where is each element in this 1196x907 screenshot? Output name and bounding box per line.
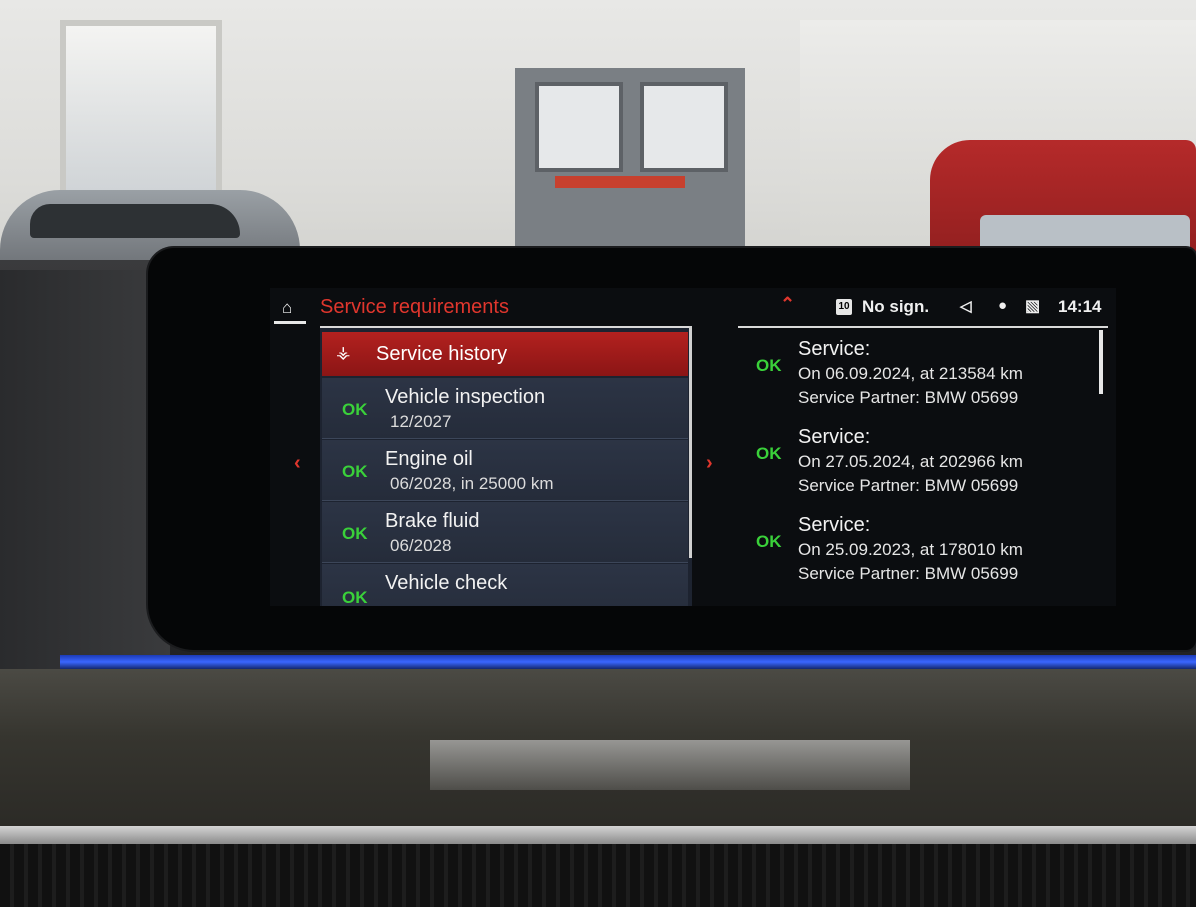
service-history-label: Service history: [376, 343, 508, 365]
list-item[interactable]: OK Engine oil 06/2028, in 25000 km: [322, 440, 688, 501]
history-title: Service:: [798, 514, 871, 536]
chevron-right-icon[interactable]: ›: [706, 452, 713, 475]
item-name: Vehicle check: [385, 572, 508, 594]
list-scrollbar[interactable]: [689, 326, 692, 558]
page-title: Service requirements: [320, 296, 509, 318]
door-stripe: [555, 176, 685, 188]
sim-icon: 10: [836, 299, 852, 315]
status-bar: ⌃ 10 No sign. ◁ ● ▧ 14:14: [780, 294, 1110, 322]
status-badge: OK: [342, 588, 368, 606]
history-partner: Service Partner: BMW 05699: [798, 476, 1019, 495]
status-badge: OK: [756, 444, 782, 463]
item-detail: 06/2028, in 25000 km: [390, 474, 554, 493]
service-history-button[interactable]: ⚶ Service history: [322, 332, 688, 376]
signal-status: No sign.: [862, 297, 930, 316]
dashboard-left-panel: [0, 270, 170, 670]
home-icon[interactable]: ⌂: [270, 294, 310, 324]
garage-window: [60, 20, 222, 202]
door-window: [640, 82, 728, 172]
status-badge: OK: [342, 524, 368, 543]
ambient-light-strip: [60, 655, 1196, 669]
chrome-trim: [0, 826, 1196, 844]
status-badge: OK: [342, 400, 368, 419]
car-window: [30, 204, 240, 238]
service-history-list: OK Service: On 06.09.2024, at 213584 km …: [738, 326, 1108, 606]
item-name: Engine oil: [385, 448, 473, 470]
speaker-icon: ◁: [960, 298, 972, 315]
door-window: [535, 82, 623, 172]
item-detail: 12/2027: [390, 412, 452, 431]
history-date: On 27.05.2024, at 202966 km: [798, 452, 1023, 471]
history-date: On 25.09.2023, at 178010 km: [798, 540, 1023, 559]
microphone-icon: ●: [998, 297, 1008, 314]
status-badge: OK: [756, 532, 782, 551]
history-title: Service:: [798, 426, 871, 448]
car-service-icon: ⚶: [336, 343, 351, 362]
status-badge: OK: [342, 462, 368, 481]
history-partner: Service Partner: BMW 05699: [798, 388, 1019, 407]
item-detail: 06/2028: [390, 536, 452, 555]
trim-reflection: [430, 740, 910, 790]
history-entry[interactable]: OK Service: On 06.09.2024, at 213584 km …: [738, 338, 1098, 418]
history-scrollbar[interactable]: [1099, 330, 1103, 394]
clock: 14:14: [1058, 297, 1102, 316]
profile-icon: ▧: [1025, 298, 1041, 315]
history-date: On 06.09.2024, at 213584 km: [798, 364, 1023, 383]
history-partner: Service Partner: BMW 05699: [798, 564, 1019, 583]
history-entry[interactable]: OK Service: On 27.05.2024, at 202966 km …: [738, 426, 1098, 506]
chevron-left-icon[interactable]: ‹: [294, 452, 301, 475]
air-vents: [0, 844, 1196, 907]
history-entry[interactable]: OK Service: On 25.09.2023, at 178010 km …: [738, 514, 1098, 594]
item-name: Vehicle inspection: [385, 386, 546, 408]
garage-door: [515, 68, 745, 248]
list-item[interactable]: OK Vehicle check: [322, 564, 688, 606]
history-title: Service:: [798, 338, 871, 360]
list-item[interactable]: OK Brake fluid 06/2028: [322, 502, 688, 563]
infotainment-screen: ⌂ Service requirements ⌃ 10 No sign. ◁ ●…: [270, 288, 1116, 606]
item-name: Brake fluid: [385, 510, 480, 532]
service-requirements-list: ⚶ Service history OK Vehicle inspection …: [320, 326, 692, 606]
chevron-up-icon[interactable]: ⌃: [780, 294, 795, 315]
status-badge: OK: [756, 356, 782, 375]
list-item[interactable]: OK Vehicle inspection 12/2027: [322, 378, 688, 439]
